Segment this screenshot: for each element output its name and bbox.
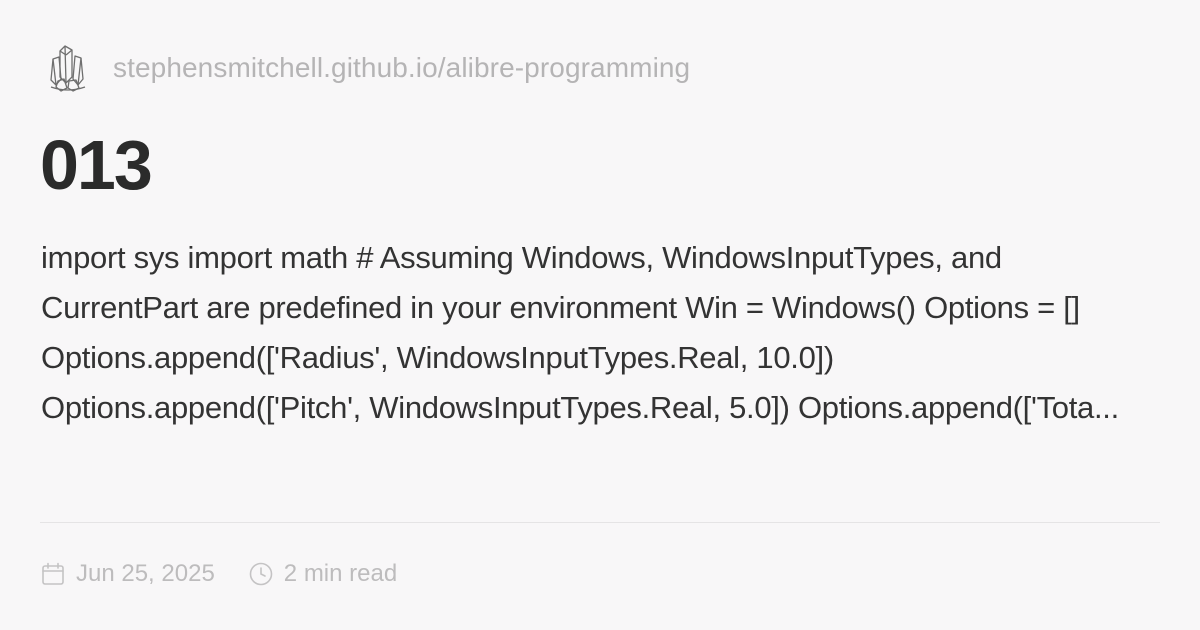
post-date: Jun 25, 2025: [40, 560, 215, 588]
site-header: stephensmitchell.github.io/alibre-progra…: [44, 40, 690, 96]
post-date-text: Jun 25, 2025: [76, 560, 215, 587]
calendar-icon: [40, 561, 66, 587]
crystal-cluster-icon: [44, 40, 92, 96]
divider: [40, 522, 1160, 523]
clock-icon: [248, 561, 274, 587]
post-read-time: 2 min read: [248, 560, 397, 588]
post-meta: Jun 25, 2025 2 min read: [40, 556, 397, 592]
post-excerpt: import sys import math # Assuming Window…: [41, 240, 1119, 425]
site-url[interactable]: stephensmitchell.github.io/alibre-progra…: [113, 52, 690, 84]
social-card: stephensmitchell.github.io/alibre-progra…: [0, 0, 1200, 630]
post-read-time-text: 2 min read: [283, 560, 398, 587]
post-title: 013: [40, 126, 153, 204]
